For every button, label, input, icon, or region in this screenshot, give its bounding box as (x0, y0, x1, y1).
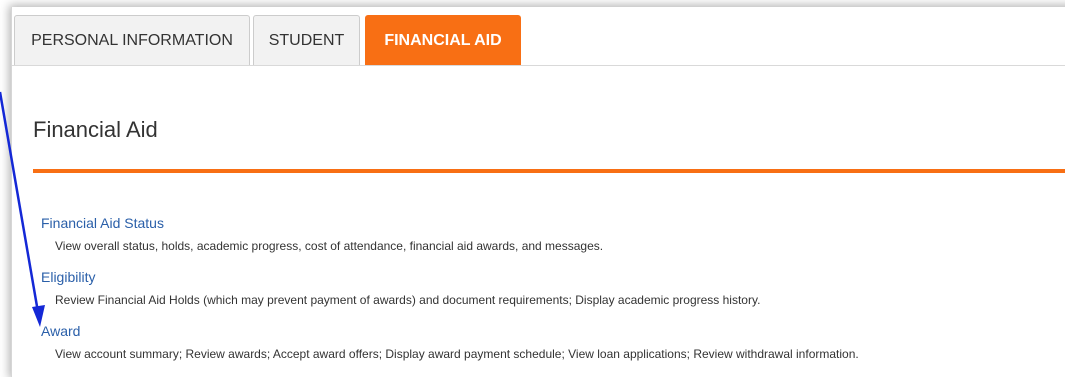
eligibility-link[interactable]: Eligibility (41, 269, 95, 285)
tab-bar: PERSONAL INFORMATION STUDENT FINANCIAL A… (12, 7, 1065, 66)
tab-financial-aid[interactable]: FINANCIAL AID (365, 15, 521, 65)
eligibility-description: Review Financial Aid Holds (which may pr… (55, 293, 761, 307)
title-divider (33, 169, 1065, 173)
tab-student[interactable]: STUDENT (253, 15, 360, 65)
financial-aid-status-link[interactable]: Financial Aid Status (41, 215, 164, 231)
tab-personal-information[interactable]: PERSONAL INFORMATION (14, 15, 250, 65)
award-link[interactable]: Award (41, 323, 80, 339)
content-panel: PERSONAL INFORMATION STUDENT FINANCIAL A… (11, 7, 1065, 377)
award-description: View account summary; Review awards; Acc… (55, 347, 859, 361)
financial-aid-status-description: View overall status, holds, academic pro… (55, 239, 604, 253)
page-title: Financial Aid (33, 117, 158, 142)
